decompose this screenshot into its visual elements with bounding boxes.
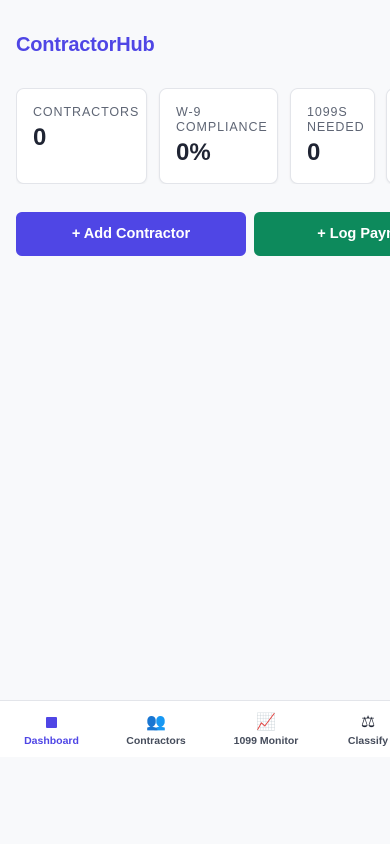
app-title: ContractorHub [16, 34, 155, 56]
tab-label: 1099 Monitor [233, 735, 299, 747]
tab-classify[interactable]: ⚖ Classify [323, 701, 390, 757]
stat-label-line2: NEEDED [307, 120, 365, 134]
add-contractor-button[interactable]: + Add Contractor [16, 212, 246, 256]
tab-label: Classify [347, 735, 389, 747]
stat-card-1099s-needed: 1099S NEEDED 0 [290, 88, 375, 184]
dashboard-square-icon [0, 713, 103, 733]
log-payment-label: + Log Payment [317, 226, 390, 242]
tab-dashboard[interactable]: Dashboard [0, 701, 103, 757]
stat-label-line1: 1099S [307, 105, 348, 119]
chart-increasing-icon: 📈 [256, 714, 276, 731]
stat-value: 0% [176, 139, 211, 166]
action-buttons: + Add Contractor + Log Payment [16, 212, 390, 256]
tab-1099-monitor[interactable]: 📈 1099 Monitor [209, 701, 323, 757]
stat-label-line1: CONTRACTORS [33, 105, 140, 119]
stat-card-contractors: CONTRACTORS 0 [16, 88, 147, 184]
stat-card-partial [386, 88, 390, 184]
stat-label-line1: W-9 [176, 105, 202, 119]
stat-label-line2: COMPLIANCE [176, 120, 268, 134]
log-payment-button[interactable]: + Log Payment [254, 212, 390, 256]
app-screen: ContractorHub CONTRACTORS 0 W-9 COMPLIAN… [0, 0, 390, 844]
stat-label: CONTRACTORS [33, 105, 138, 120]
people-icon: 👥 [146, 714, 166, 731]
tab-label: Dashboard [24, 735, 79, 747]
stat-label: 1099S NEEDED [307, 105, 365, 135]
tab-label: Contractors [126, 735, 186, 747]
bottom-tab-bar: Dashboard 👥 Contractors 📈 1099 Monitor ⚖… [0, 700, 390, 757]
stat-card-w9-compliance: W-9 COMPLIANCE 0% [159, 88, 278, 184]
stat-value: 0 [33, 124, 47, 151]
stat-value: 0 [307, 139, 321, 166]
stat-label: W-9 COMPLIANCE [176, 105, 268, 135]
balance-scale-icon: ⚖ [360, 714, 376, 731]
stats-row: CONTRACTORS 0 W-9 COMPLIANCE 0% 1099S NE… [16, 88, 390, 184]
tab-contractors[interactable]: 👥 Contractors [103, 701, 209, 757]
